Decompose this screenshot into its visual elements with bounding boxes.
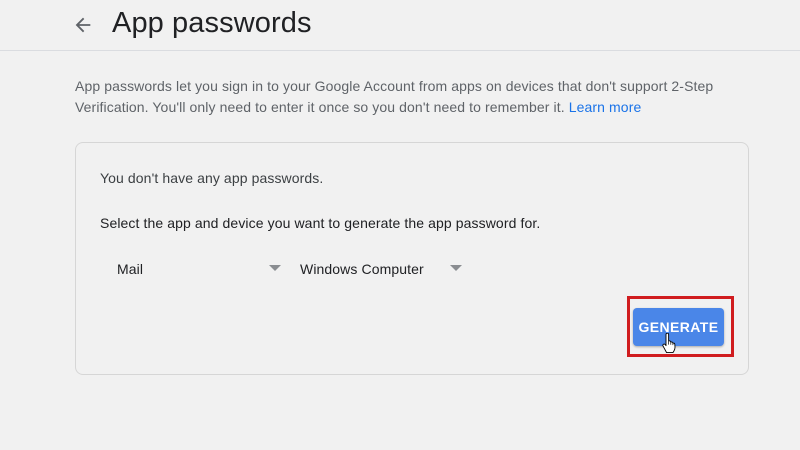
caret-down-icon [269, 265, 281, 271]
page-description: App passwords let you sign in to your Go… [75, 76, 765, 118]
learn-more-link[interactable]: Learn more [569, 99, 642, 115]
empty-state-message: You don't have any app passwords. [100, 170, 324, 186]
hand-cursor-icon [662, 333, 676, 353]
arrow-left-icon [75, 17, 91, 33]
page-header: App passwords [0, 0, 800, 51]
caret-down-icon [450, 265, 462, 271]
back-button[interactable] [66, 8, 100, 42]
generate-button[interactable]: GENERATE [633, 308, 724, 346]
device-select-value: Windows Computer [300, 261, 424, 277]
instructions-text: Select the app and device you want to ge… [100, 215, 541, 231]
app-select-value: Mail [117, 261, 144, 277]
device-select[interactable]: Windows Computer [300, 255, 464, 283]
app-select[interactable]: Mail [117, 255, 281, 283]
page-title: App passwords [112, 7, 312, 39]
app-passwords-card: You don't have any app passwords. Select… [75, 142, 749, 375]
